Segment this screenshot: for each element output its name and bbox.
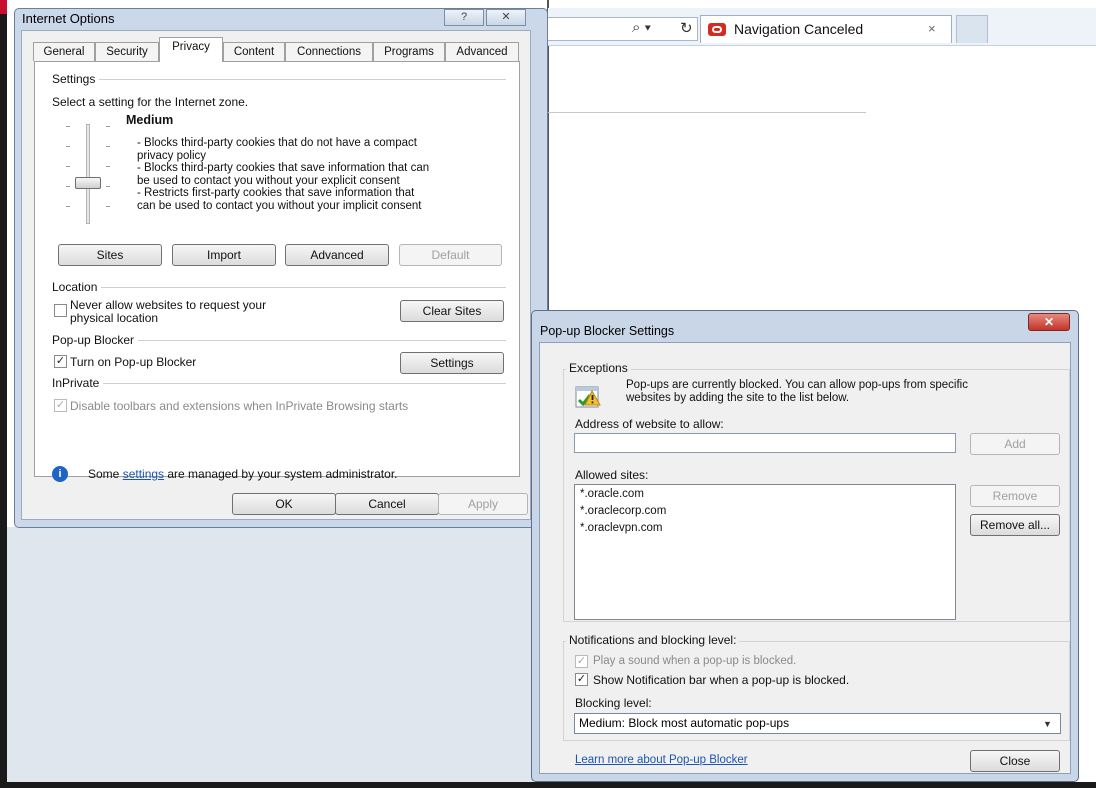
help-button[interactable]: ?	[444, 9, 484, 26]
page-rule	[548, 112, 866, 113]
tab-programs[interactable]: Programs	[373, 42, 445, 61]
list-item[interactable]: *.oraclevpn.com	[580, 522, 662, 534]
allowed-sites-label: Allowed sites:	[575, 468, 649, 482]
remove-all-button[interactable]: Remove all...	[970, 514, 1060, 536]
blocked-message-line2: websites by adding the site to the list …	[626, 392, 850, 404]
refresh-icon[interactable]: ↻	[680, 19, 693, 37]
inprivate-heading: InPrivate	[52, 376, 104, 390]
slider-tick	[106, 126, 110, 127]
popup-blocker-settings-title: Pop-up Blocker Settings	[540, 324, 675, 338]
browser-tab-label: Navigation Canceled	[734, 21, 864, 37]
close-window-button[interactable]: ✕	[1028, 313, 1070, 331]
blocking-level-select[interactable]: Medium: Block most automatic pop-ups	[574, 713, 1061, 734]
info-icon: i	[52, 466, 68, 482]
cancel-button[interactable]: Cancel	[335, 493, 439, 515]
slider-tick	[106, 166, 110, 167]
chevron-down-icon[interactable]: ▼	[1043, 719, 1052, 729]
slider-tick	[66, 186, 70, 187]
advanced-button[interactable]: Advanced	[285, 244, 389, 266]
settings-heading: Settings	[52, 72, 100, 86]
tab-general[interactable]: General	[33, 42, 95, 61]
admin-note-suffix: are managed by your system administrator…	[164, 467, 398, 481]
slider-tick	[66, 166, 70, 167]
popup-shield-icon	[575, 386, 601, 408]
close-button[interactable]: ✕	[486, 9, 526, 26]
slider-tick	[106, 146, 110, 147]
ok-button[interactable]: OK	[232, 493, 336, 515]
desktop-background	[7, 527, 537, 782]
disable-toolbars-label: Disable toolbars and extensions when InP…	[70, 399, 409, 413]
search-icon[interactable]: ⌕ ▾	[632, 19, 651, 36]
apply-button[interactable]: Apply	[438, 493, 528, 515]
slider-tick	[66, 146, 70, 147]
tab-content[interactable]: Content	[223, 42, 285, 61]
slider-tick	[106, 186, 110, 187]
settings-link[interactable]: settings	[123, 467, 164, 481]
location-divider	[52, 287, 506, 288]
turn-on-popup-blocker-checkbox[interactable]: ✓	[54, 355, 67, 368]
address-label: Address of website to allow:	[575, 417, 724, 431]
location-heading: Location	[52, 280, 102, 294]
notifications-heading: Notifications and blocking level:	[566, 633, 740, 647]
list-item[interactable]: *.oracle.com	[580, 488, 644, 500]
show-notification-bar-label: Show Notification bar when a pop-up is b…	[593, 673, 850, 687]
privacy-panel	[34, 61, 520, 477]
remove-button[interactable]: Remove	[970, 485, 1060, 507]
disable-toolbars-checkbox[interactable]: ✓	[54, 399, 67, 412]
slider-tick	[106, 206, 110, 207]
tab-connections[interactable]: Connections	[285, 42, 373, 61]
play-sound-label: Play a sound when a pop-up is blocked.	[593, 655, 797, 667]
settings-divider	[52, 79, 506, 80]
tab-advanced[interactable]: Advanced	[445, 42, 519, 61]
tab-security[interactable]: Security	[95, 42, 159, 61]
blocking-level-label: Blocking level:	[575, 696, 652, 710]
inprivate-divider	[52, 383, 506, 384]
popup-settings-button[interactable]: Settings	[400, 352, 504, 374]
privacy-slider-thumb[interactable]	[75, 177, 101, 189]
sites-button[interactable]: Sites	[58, 244, 162, 266]
import-button[interactable]: Import	[172, 244, 276, 266]
slider-tick	[66, 126, 70, 127]
zone-text: Select a setting for the Internet zone.	[52, 95, 249, 109]
oracle-logo-icon	[708, 23, 726, 36]
list-item[interactable]: *.oraclecorp.com	[580, 505, 666, 517]
admin-managed-note: Some settings are managed by your system…	[88, 467, 397, 481]
close-button[interactable]: Close	[970, 750, 1060, 772]
tab-close-icon[interactable]: ×	[928, 21, 936, 36]
play-sound-checkbox[interactable]: ✓	[575, 655, 588, 668]
never-allow-location-checkbox[interactable]	[54, 304, 67, 317]
privacy-slider-track[interactable]	[86, 124, 90, 224]
turn-on-popup-blocker-label: Turn on Pop-up Blocker	[70, 355, 197, 369]
screen-edge-left	[0, 0, 7, 788]
privacy-level: Medium	[126, 113, 174, 127]
tab-privacy[interactable]: Privacy	[159, 37, 223, 62]
popup-blocker-heading: Pop-up Blocker	[52, 333, 139, 347]
exceptions-heading: Exceptions	[566, 361, 631, 375]
address-bar[interactable]	[548, 17, 698, 41]
screen-edge-bottom	[0, 782, 1096, 788]
new-tab-button[interactable]	[956, 15, 988, 43]
add-button[interactable]: Add	[970, 433, 1060, 455]
default-button[interactable]: Default	[399, 244, 502, 266]
blocked-message-line1: Pop-ups are currently blocked. You can a…	[626, 379, 968, 391]
privacy-description: - Blocks third-party cookies that do not…	[137, 137, 430, 212]
learn-more-link[interactable]: Learn more about Pop-up Blocker	[575, 754, 748, 766]
internet-options-title: Internet Options	[22, 11, 115, 26]
show-notification-bar-checkbox[interactable]: ✓	[575, 673, 588, 686]
address-input[interactable]	[574, 433, 956, 453]
never-allow-location-label: Never allow websites to request your	[70, 298, 267, 312]
admin-note-prefix: Some	[88, 467, 123, 481]
clear-sites-button[interactable]: Clear Sites	[400, 300, 504, 322]
slider-tick	[66, 206, 70, 207]
never-allow-location-label-line2: physical location	[70, 311, 159, 325]
screen-edge-marker	[0, 0, 7, 14]
